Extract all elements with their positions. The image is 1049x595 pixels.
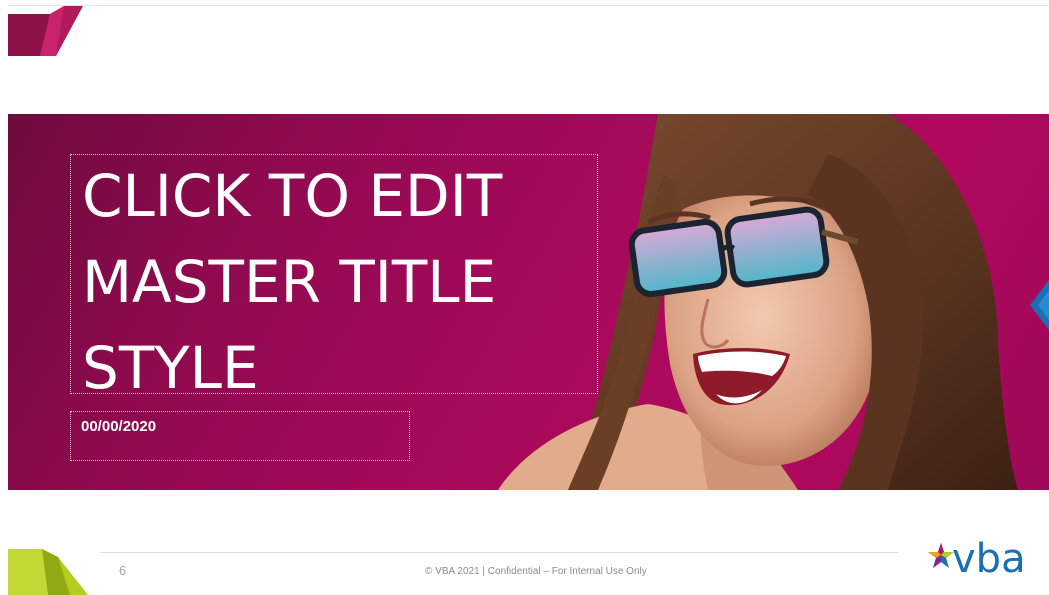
footer-divider xyxy=(100,552,898,553)
logo-wordmark: vba xyxy=(952,536,1026,582)
slide: CLICK TO EDIT MASTER TITLE STYLE 00/00/2… xyxy=(0,0,1049,595)
star-icon xyxy=(928,543,954,568)
footer-confidential-text: © VBA 2021 | Confidential – For Internal… xyxy=(425,566,647,577)
top-border-line xyxy=(8,5,1049,6)
corner-accent-top-left-icon xyxy=(8,6,83,56)
corner-accent-bottom-left-icon xyxy=(8,549,88,595)
title-line-2: MASTER TITLE xyxy=(82,248,497,316)
date-placeholder[interactable]: 00/00/2020 xyxy=(70,411,410,461)
title-placeholder[interactable]: CLICK TO EDIT MASTER TITLE STYLE xyxy=(70,154,598,402)
title-line-3: STYLE xyxy=(82,334,259,402)
date-text: 00/00/2020 xyxy=(81,418,157,435)
vba-logo: vba xyxy=(928,536,1038,585)
side-chevron-icon xyxy=(1030,280,1049,330)
master-title: CLICK TO EDIT MASTER TITLE STYLE xyxy=(71,153,502,411)
title-line-1: CLICK TO EDIT xyxy=(82,162,503,230)
page-number: 6 xyxy=(119,563,127,578)
